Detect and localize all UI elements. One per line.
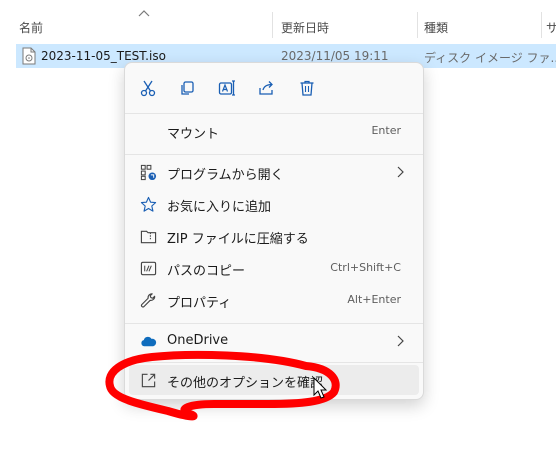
- delete-button[interactable]: [294, 76, 320, 100]
- cut-button[interactable]: [135, 76, 161, 100]
- menu-separator: [125, 154, 423, 155]
- context-menu-toolbar: [125, 63, 423, 113]
- chevron-right-icon: [397, 166, 404, 178]
- mount-label: マウント: [167, 127, 220, 142]
- properties-shortcut: Alt+Enter: [347, 293, 401, 306]
- cut-icon: [140, 80, 156, 97]
- star-icon: [139, 195, 157, 213]
- mount-shortcut: Enter: [371, 124, 401, 137]
- wrench-icon: [139, 291, 157, 309]
- menu-item-open-with[interactable]: プログラムから開く: [129, 157, 419, 187]
- copy-path-icon: [139, 259, 157, 277]
- menu-item-properties[interactable]: プロパティ Alt+Enter: [129, 285, 419, 315]
- open-with-icon: [139, 163, 157, 181]
- properties-label: プロパティ: [167, 296, 232, 311]
- column-header: 名前 更新日時 種類 サ: [0, 0, 556, 40]
- menu-separator: [125, 113, 423, 114]
- rename-icon: [218, 80, 235, 96]
- open-with-label: プログラムから開く: [167, 168, 284, 183]
- delete-icon: [300, 80, 314, 96]
- context-menu: マウント Enter プログラムから開く お気に入りに追加 ZIP ファイルに圧…: [124, 62, 424, 400]
- file-type: ディスク イメージ ファ...: [424, 51, 556, 65]
- file-name: 2023-11-05_TEST.iso: [41, 49, 166, 63]
- menu-item-onedrive[interactable]: OneDrive: [129, 326, 419, 356]
- chevron-right-icon: [397, 335, 404, 347]
- column-type[interactable]: 種類: [424, 19, 448, 36]
- column-divider[interactable]: [541, 12, 542, 38]
- column-divider[interactable]: [272, 12, 273, 38]
- file-date: 2023/11/05 19:11: [281, 49, 389, 63]
- copy-icon: [181, 81, 194, 95]
- zip-folder-icon: [139, 227, 157, 245]
- show-more-options-icon: [139, 371, 157, 389]
- column-size[interactable]: サ: [546, 19, 556, 36]
- menu-separator: [125, 323, 423, 324]
- onedrive-label: OneDrive: [167, 333, 229, 348]
- menu-item-mount[interactable]: マウント Enter: [129, 116, 419, 146]
- menu-item-compress-zip[interactable]: ZIP ファイルに圧縮する: [129, 221, 419, 251]
- sort-ascending-icon: [138, 10, 150, 17]
- copy-path-shortcut: Ctrl+Shift+C: [330, 261, 401, 274]
- column-name[interactable]: 名前: [19, 19, 43, 36]
- menu-item-copy-path[interactable]: パスのコピー Ctrl+Shift+C: [129, 253, 419, 283]
- explorer-window: 名前 更新日時 種類 サ 2023-11-05_TEST.iso 2023/11…: [0, 0, 556, 469]
- menu-item-show-more-options[interactable]: その他のオプションを確認: [129, 365, 419, 395]
- share-icon: [259, 81, 273, 95]
- copy-button[interactable]: [174, 76, 200, 100]
- show-more-options-label: その他のオプションを確認: [167, 376, 324, 391]
- rename-button[interactable]: [214, 76, 240, 100]
- column-date[interactable]: 更新日時: [281, 19, 329, 36]
- menu-separator: [125, 362, 423, 363]
- share-button[interactable]: [254, 76, 280, 100]
- column-divider[interactable]: [417, 12, 418, 38]
- compress-zip-label: ZIP ファイルに圧縮する: [167, 232, 309, 247]
- copy-path-label: パスのコピー: [167, 264, 246, 279]
- menu-item-add-favorites[interactable]: お気に入りに追加: [129, 189, 419, 219]
- add-favorites-label: お気に入りに追加: [167, 200, 272, 215]
- onedrive-cloud-icon: [139, 332, 157, 350]
- iso-file-icon: [22, 47, 36, 65]
